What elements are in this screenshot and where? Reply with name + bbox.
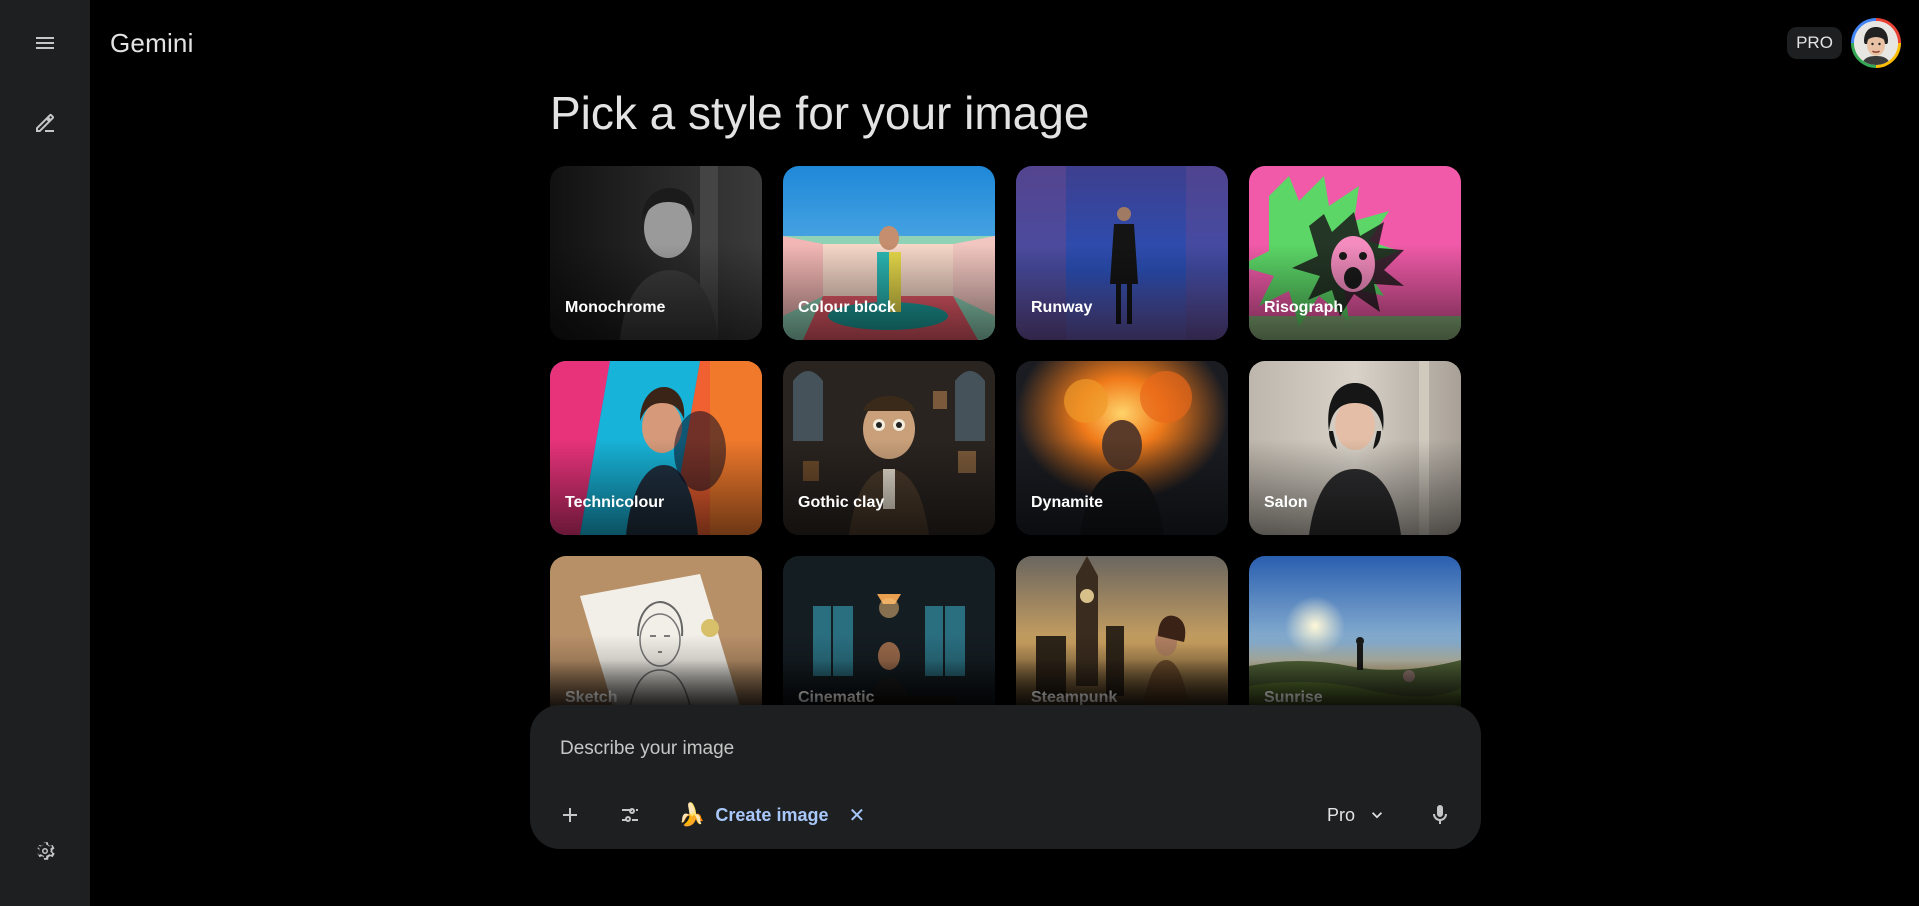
style-card-label: Runway (1031, 299, 1093, 316)
account-avatar[interactable] (1851, 18, 1901, 68)
model-select[interactable]: Pro (1327, 799, 1387, 831)
style-card-label: Technicolour (565, 494, 665, 511)
prompt-box: 🍌 Create image ✕ Pro (530, 705, 1481, 849)
style-card-label: Risograph (1264, 299, 1344, 316)
style-card-risograph[interactable]: Risograph (1249, 166, 1461, 340)
page-title: Pick a style for your image (550, 87, 1090, 139)
menu-button[interactable] (25, 23, 65, 63)
mic-button[interactable] (1420, 795, 1460, 835)
prompt-input[interactable] (560, 733, 1440, 765)
chevron-down-icon (1372, 812, 1383, 819)
pro-badge[interactable]: PRO (1787, 27, 1842, 59)
style-card-label: Salon (1264, 494, 1308, 511)
plus-icon (563, 808, 577, 822)
style-card-label: Colour block (798, 299, 896, 316)
banana-icon: 🍌 (678, 802, 706, 827)
style-card-colour-block[interactable]: Colour block (783, 166, 995, 340)
create-image-chip[interactable]: 🍌 Create image ✕ (678, 797, 865, 833)
style-card-sunrise[interactable]: Sunrise (1249, 556, 1461, 730)
tune-icon (622, 808, 638, 822)
style-grid: Monochrome Colour block Runway Risograph… (550, 166, 1462, 730)
close-icon[interactable]: ✕ (848, 803, 865, 828)
gear-icon (37, 842, 55, 860)
edit-icon (36, 114, 54, 132)
settings-button[interactable] (25, 831, 65, 871)
add-button[interactable] (550, 795, 590, 835)
style-card-gothic-clay[interactable]: Gothic clay (783, 361, 995, 535)
style-card-label: Dynamite (1031, 494, 1104, 511)
app-title[interactable]: Gemini (110, 28, 194, 59)
menu-icon (36, 37, 54, 49)
style-card-salon[interactable]: Salon (1249, 361, 1461, 535)
style-card-monochrome[interactable]: Monochrome (550, 166, 762, 340)
style-card-label: Monochrome (565, 299, 666, 316)
chip-label: Create image (715, 804, 829, 825)
new-chat-button[interactable] (25, 103, 65, 143)
style-card-label: Gothic clay (798, 494, 885, 511)
avatar-icon (1854, 21, 1898, 65)
style-card-technicolour[interactable]: Technicolour (550, 361, 762, 535)
style-card-runway[interactable]: Runway (1016, 166, 1228, 340)
style-card-cinematic[interactable]: Cinematic (783, 556, 995, 730)
style-card-steampunk[interactable]: Steampunk (1016, 556, 1228, 730)
tools-button[interactable] (610, 795, 650, 835)
style-card-dynamite[interactable]: Dynamite (1016, 361, 1228, 535)
style-card-sketch[interactable]: Sketch (550, 556, 762, 730)
mic-icon (1433, 805, 1447, 824)
model-label: Pro (1327, 804, 1356, 825)
sidebar (0, 0, 90, 906)
